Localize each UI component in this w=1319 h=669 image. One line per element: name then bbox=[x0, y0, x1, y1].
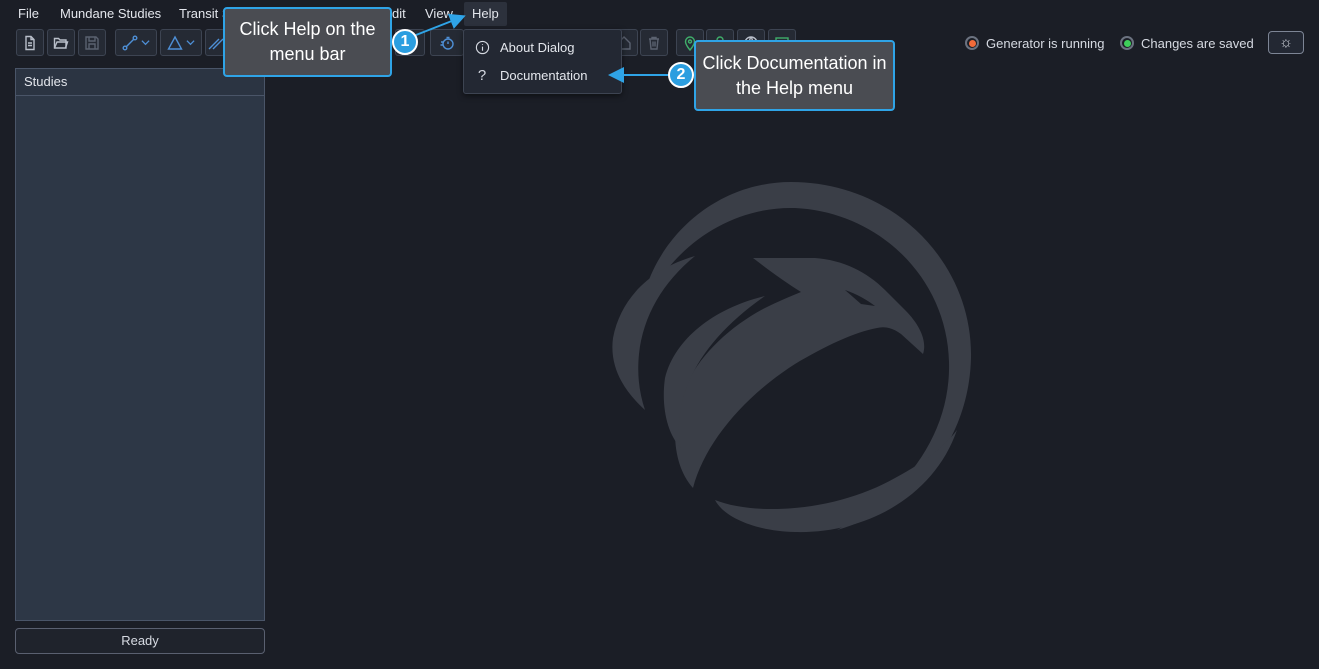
node-link-icon bbox=[122, 35, 138, 50]
triangle-icon bbox=[167, 35, 183, 50]
callout-step-2-text: Click Documentation in the Help menu bbox=[702, 52, 887, 98]
menu-item-about-dialog-label: About Dialog bbox=[500, 39, 575, 55]
folder-open-icon bbox=[53, 37, 69, 49]
question-mark-icon: ? bbox=[477, 66, 487, 84]
generator-status: Generator is running bbox=[965, 34, 1105, 52]
save-status-dot-icon bbox=[1120, 36, 1134, 50]
save-icon bbox=[85, 35, 99, 50]
save-status: Changes are saved bbox=[1120, 34, 1254, 52]
menu-item-documentation[interactable]: ? Documentation bbox=[464, 62, 621, 88]
parallel-lines-icon bbox=[208, 38, 223, 49]
menu-view[interactable]: View bbox=[417, 2, 461, 26]
ready-status-bar: Ready bbox=[15, 628, 265, 654]
eagle-logo-icon bbox=[612, 182, 972, 533]
generator-status-dot-icon bbox=[965, 36, 979, 50]
sun-icon: ☼ bbox=[1279, 34, 1293, 51]
parallel-tool-button[interactable] bbox=[205, 29, 225, 56]
menu-item-about-dialog[interactable]: About Dialog bbox=[464, 34, 621, 60]
callout-step-2: Click Documentation in the Help menu bbox=[694, 40, 895, 111]
studies-panel: Studies bbox=[15, 68, 265, 621]
menu-item-documentation-label: Documentation bbox=[500, 67, 588, 83]
new-study-button[interactable] bbox=[16, 29, 44, 56]
step-1-badge: 1 bbox=[392, 29, 418, 55]
menu-help[interactable]: Help bbox=[464, 2, 507, 26]
callout-step-1: Click Help on the menu bar bbox=[223, 7, 392, 77]
save-study-button[interactable] bbox=[78, 29, 106, 56]
menu-bar: File Mundane Studies Transit S dit View … bbox=[0, 0, 1319, 28]
trash-icon bbox=[649, 36, 659, 50]
step-2-badge: 2 bbox=[668, 62, 694, 88]
save-status-label: Changes are saved bbox=[1141, 35, 1254, 51]
callout-step-1-text: Click Help on the menu bar bbox=[239, 19, 376, 64]
chevron-down-icon bbox=[141, 40, 150, 46]
triangle-dropdown-button[interactable] bbox=[160, 29, 202, 56]
info-icon bbox=[464, 40, 500, 55]
chevron-down-icon bbox=[186, 40, 195, 46]
new-file-icon bbox=[25, 35, 35, 50]
theme-toggle-button[interactable]: ☼ bbox=[1268, 31, 1304, 54]
aspects-dropdown-button[interactable] bbox=[115, 29, 157, 56]
delete-button[interactable] bbox=[640, 29, 668, 56]
timer-dropdown-button[interactable] bbox=[430, 29, 464, 56]
stopwatch-icon bbox=[440, 36, 454, 50]
menu-file[interactable]: File bbox=[10, 2, 47, 26]
help-dropdown-menu: About Dialog ? Documentation bbox=[463, 29, 622, 94]
generator-status-label: Generator is running bbox=[986, 35, 1105, 51]
menu-mundane-studies[interactable]: Mundane Studies bbox=[52, 2, 169, 26]
open-study-button[interactable] bbox=[47, 29, 75, 56]
